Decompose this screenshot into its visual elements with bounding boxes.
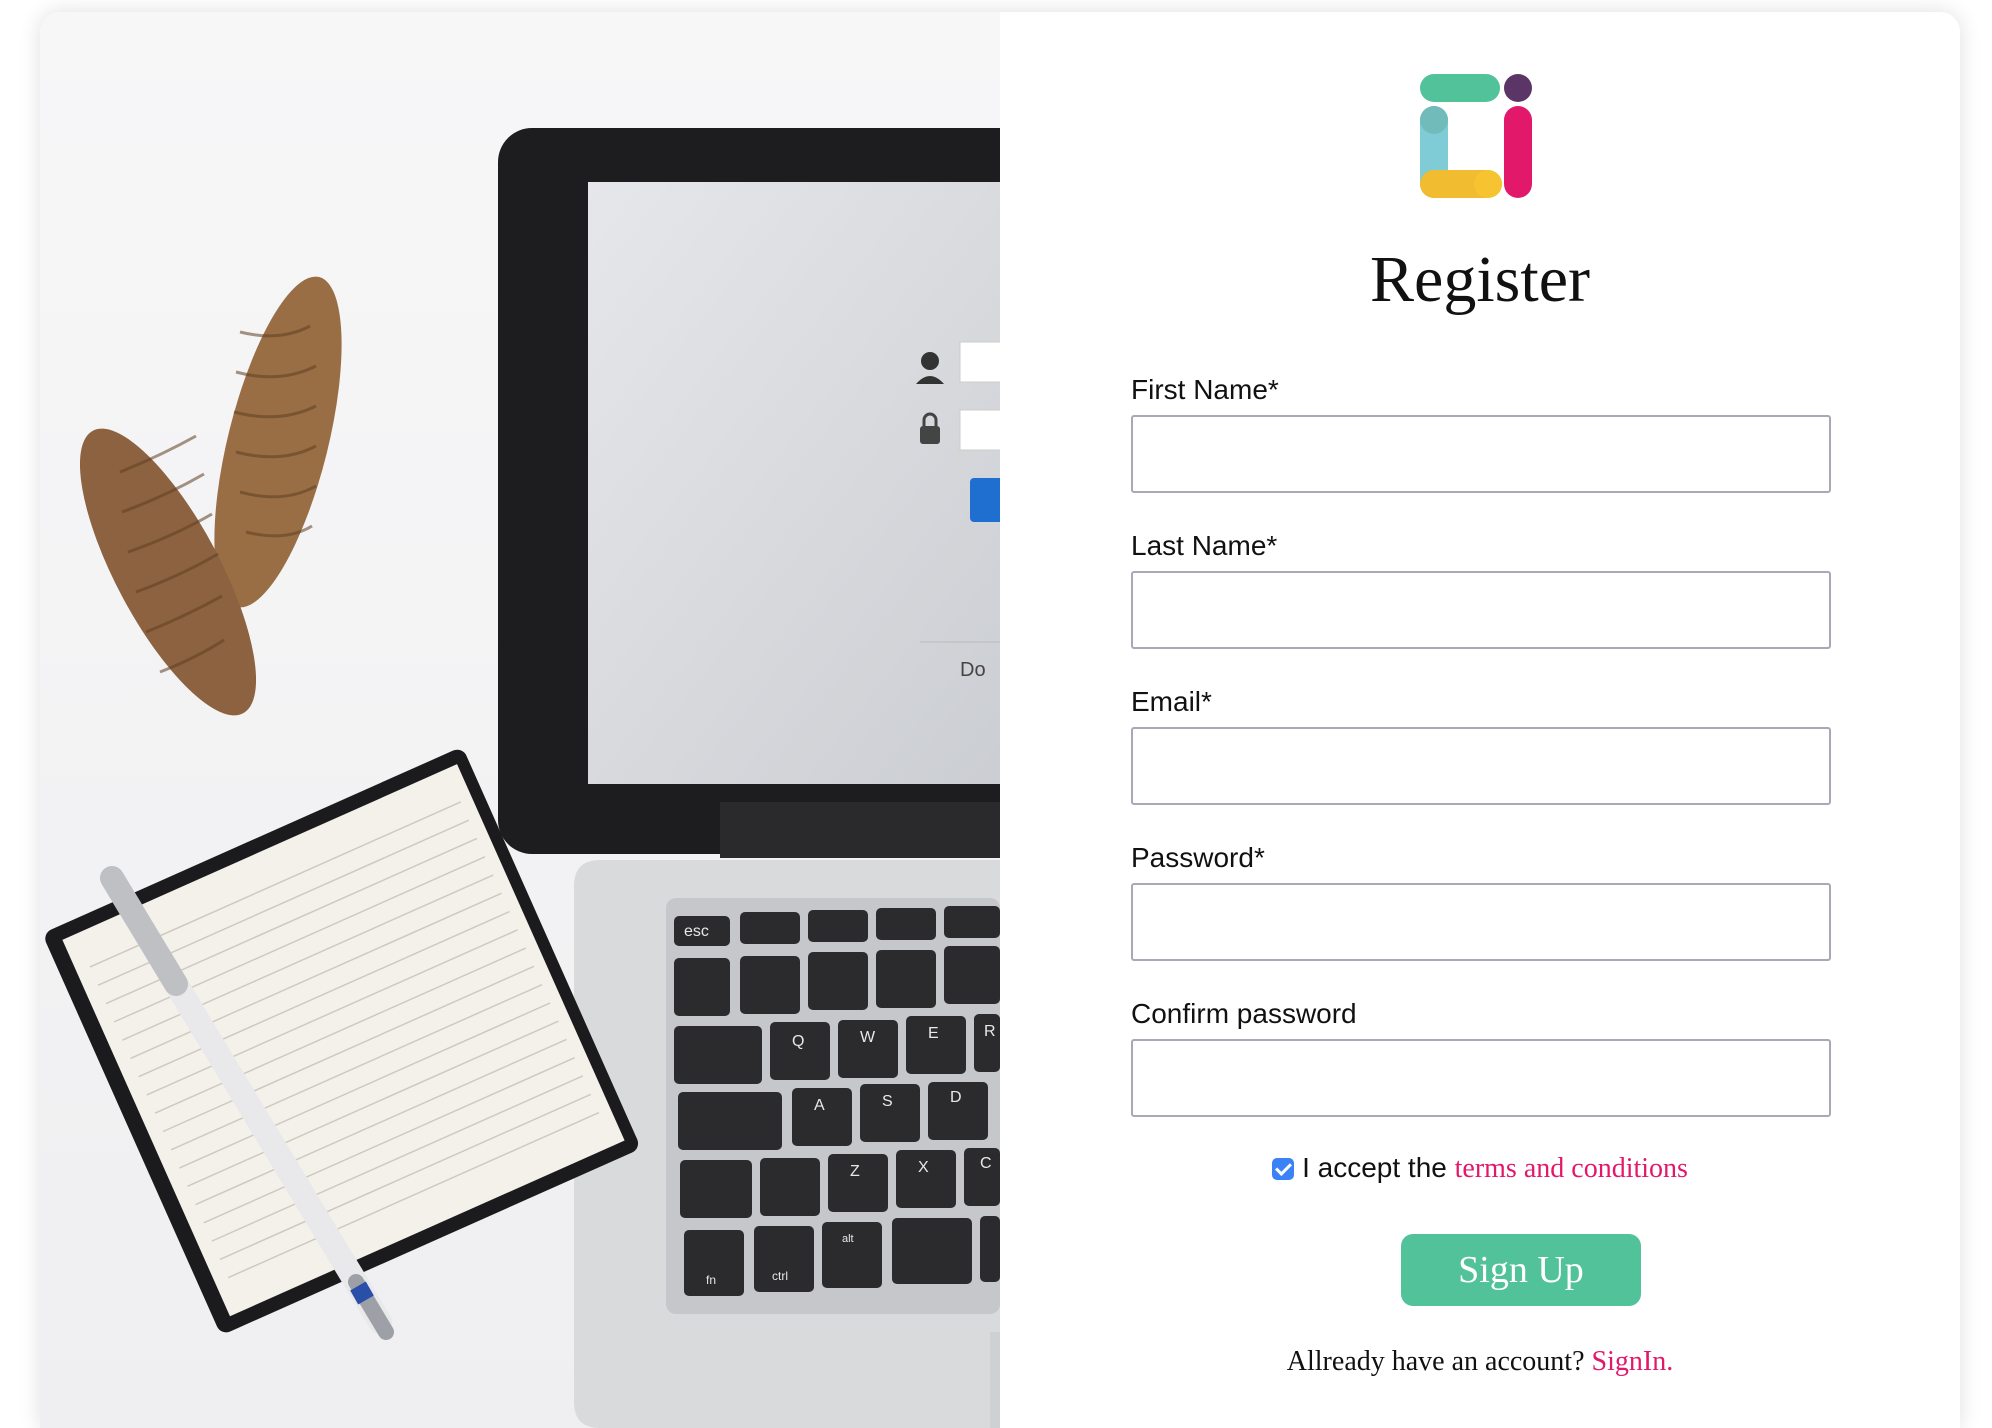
svg-text:Q: Q bbox=[792, 1033, 804, 1050]
signin-row: Allready have an account? SignIn. bbox=[1000, 1346, 1960, 1378]
svg-text:ctrl: ctrl bbox=[772, 1269, 788, 1283]
svg-text:D: D bbox=[950, 1089, 962, 1106]
first-name-label: First Name* bbox=[1131, 374, 1279, 405]
confirm-password-input[interactable] bbox=[1131, 1039, 1831, 1117]
brand-logo-icon bbox=[1420, 74, 1532, 198]
svg-text:Z: Z bbox=[850, 1163, 860, 1180]
signin-link[interactable]: SignIn. bbox=[1592, 1346, 1674, 1377]
svg-text:W: W bbox=[860, 1029, 876, 1046]
svg-text:fn: fn bbox=[706, 1273, 716, 1287]
accept-text: I accept the bbox=[1302, 1152, 1447, 1183]
terms-row: I accept the terms and conditions bbox=[1000, 1148, 1960, 1189]
confirm-password-label: Confirm password bbox=[1131, 998, 1357, 1029]
svg-text:alt: alt bbox=[842, 1233, 854, 1245]
register-card: Do esc Q W E R A S D Z X C fn ctrl alt R… bbox=[40, 12, 1960, 1428]
signin-prompt: Allready have an account? bbox=[1286, 1346, 1585, 1377]
last-name-input[interactable] bbox=[1131, 571, 1831, 649]
password-input[interactable] bbox=[1131, 883, 1831, 961]
email-input[interactable] bbox=[1131, 727, 1831, 805]
svg-text:R: R bbox=[984, 1023, 996, 1040]
svg-text:X: X bbox=[918, 1159, 929, 1176]
last-name-label: Last Name* bbox=[1131, 530, 1278, 561]
page-title: Register bbox=[1370, 243, 1590, 316]
hero-photo: Do esc Q W E R A S D Z X C fn ctrl alt bbox=[40, 12, 1000, 1428]
password-label: Password* bbox=[1131, 842, 1265, 873]
svg-text:esc: esc bbox=[684, 923, 709, 940]
first-name-input[interactable] bbox=[1131, 415, 1831, 493]
svg-text:C: C bbox=[980, 1155, 992, 1172]
email-label: Email* bbox=[1131, 686, 1212, 717]
checkbox-checked-icon[interactable] bbox=[1272, 1158, 1295, 1180]
desk-illustration: Do esc Q W E R A S D Z X C fn ctrl alt bbox=[45, 128, 1000, 1428]
svg-text:E: E bbox=[928, 1025, 939, 1042]
terms-link[interactable]: terms and conditions bbox=[1455, 1153, 1688, 1184]
svg-text:S: S bbox=[882, 1093, 893, 1110]
svg-text:Do: Do bbox=[960, 659, 986, 681]
svg-text:A: A bbox=[814, 1097, 825, 1114]
sign-up-button[interactable]: Sign Up bbox=[1401, 1234, 1641, 1306]
register-form-panel: Register First Name* Last Name* Email* P… bbox=[1000, 12, 1960, 1428]
